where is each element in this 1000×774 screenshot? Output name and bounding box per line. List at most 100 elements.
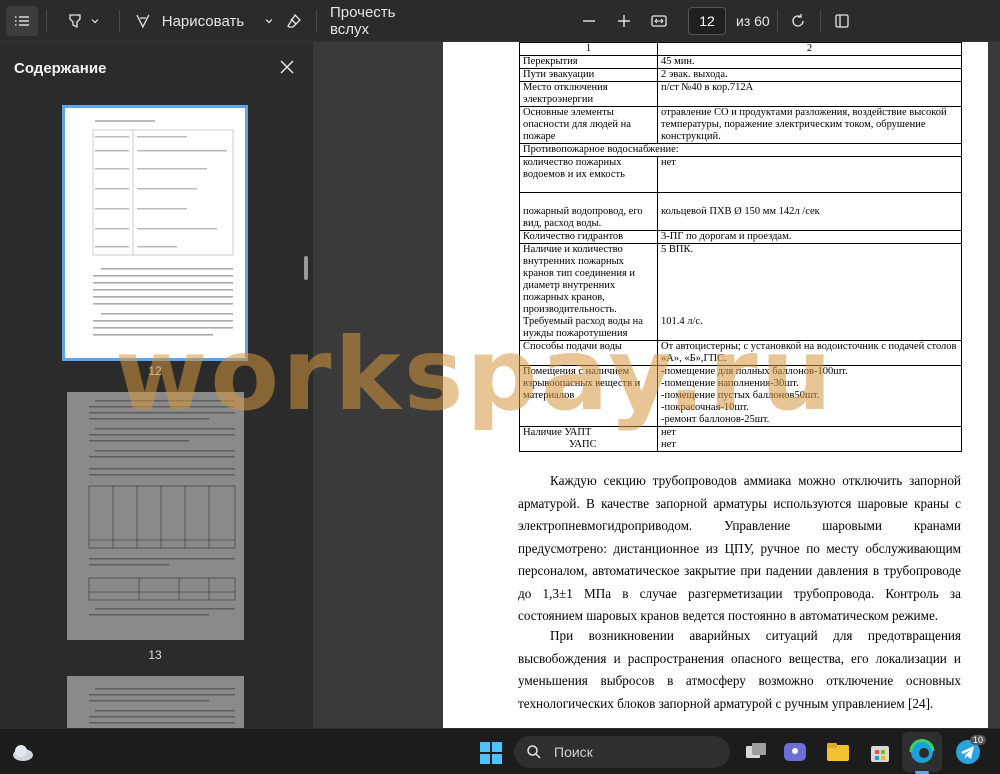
table-row: Помещения с наличием взрывоопасных вещес… xyxy=(519,365,962,427)
table-cell: 3-ПГ по дорогам и проездам. xyxy=(657,230,962,244)
table-row: Основные элементы опасности для людей на… xyxy=(519,106,962,144)
table-cell: Способы подачи воды xyxy=(519,340,658,366)
contents-toggle-button[interactable] xyxy=(6,6,38,36)
table-cell: количество пожарных водоемов и их емкост… xyxy=(519,156,658,193)
cell-text: Требуемый расход воды на нужды пожаротуш… xyxy=(523,316,643,339)
zoom-out-button[interactable] xyxy=(574,6,604,36)
weather-icon[interactable] xyxy=(10,739,36,765)
cell-line: -ремонт баллонов-25шт. xyxy=(661,414,770,425)
document-page: 1 2 Перекрытия 45 мин. Пути эвакуации 2 эв… xyxy=(443,42,988,728)
cell-text: Наличие и количество внутренних пожарных… xyxy=(523,244,636,315)
store-icon[interactable] xyxy=(866,738,894,766)
table-row: Количество гидрантов 3-ПГ по дорогам и пр… xyxy=(519,230,962,244)
cell-line: нет xyxy=(661,439,676,450)
table-header-cell: 1 xyxy=(519,42,658,56)
body-paragraph: Каждую секцию трубопроводов аммиака можн… xyxy=(518,473,961,623)
table-cell: отравление СО и продуктами разложения, в… xyxy=(657,106,962,144)
cell-line: -помещение пустых баллонов50шт. xyxy=(661,390,820,401)
read-aloud-button[interactable]: Прочесть вслух xyxy=(330,4,434,38)
table-cell: нет нет xyxy=(657,426,962,452)
page-thumbnail-preview xyxy=(88,400,236,616)
page-thumbnail-14[interactable] xyxy=(67,676,244,728)
highlighter-icon xyxy=(69,14,81,29)
plus-icon xyxy=(618,15,630,27)
page-thumbnail-12[interactable] xyxy=(62,105,248,361)
cell-line: -помещение наполнения-30шт. xyxy=(661,378,799,389)
list-icon xyxy=(15,16,29,26)
edge-icon[interactable] xyxy=(908,738,936,766)
page-number-input[interactable]: 12 xyxy=(688,7,726,35)
close-icon[interactable] xyxy=(276,56,298,78)
contents-scrollbar[interactable] xyxy=(304,256,308,280)
highlight-button[interactable] xyxy=(60,6,106,36)
fit-width-icon xyxy=(651,15,667,27)
draw-button[interactable]: Нарисовать xyxy=(134,6,274,36)
table-row: Противопожарное водоснабжение: xyxy=(519,143,962,157)
table-cell: -помещение для полных баллонов-100шт. -п… xyxy=(657,365,962,427)
rotate-icon xyxy=(792,14,804,27)
table-cell: нет xyxy=(657,156,962,193)
chat-app-icon[interactable] xyxy=(781,738,809,766)
minus-icon xyxy=(583,20,595,22)
chevron-down-icon xyxy=(91,19,99,24)
table-cell: пожарный водопровод, его вид, расход вод… xyxy=(519,192,658,231)
table-header-cell: 2 xyxy=(657,42,962,56)
table-cell: Перекрытия xyxy=(519,55,658,69)
page-thumbnail-13[interactable] xyxy=(67,392,244,640)
table-cell: 5 ВПК. 101.4 л/с. xyxy=(657,243,962,341)
cell-text: 101.4 л/с. xyxy=(661,316,703,327)
page-thumbnail-preview xyxy=(89,688,235,724)
body-paragraph: При возникновении аварийных ситуаций для… xyxy=(518,628,961,711)
cell-text: 5 ВПК. xyxy=(661,244,694,255)
table-cell: Наличие УАПТ УАПС xyxy=(519,426,658,452)
zoom-in-button[interactable] xyxy=(609,6,639,36)
cell-line: -покрасочная-10шт. xyxy=(661,402,749,413)
taskbar: Поиск 10 xyxy=(0,728,1000,774)
table-cell: Противопожарное водоснабжение: xyxy=(519,143,962,157)
rotate-button[interactable] xyxy=(784,6,812,36)
table-row: Наличие и количество внутренних пожарных… xyxy=(519,243,962,341)
page-thumbnail-preview xyxy=(92,120,234,336)
fire-safety-table: 1 2 Перекрытия 45 мин. Пути эвакуации 2 эв… xyxy=(519,42,962,452)
page-total: из 60 xyxy=(736,13,770,29)
cell-line: -помещение для полных баллонов-100шт. xyxy=(661,366,848,377)
table-cell: Наличие и количество внутренних пожарных… xyxy=(519,243,658,341)
table-cell: 45 мин. xyxy=(657,55,962,69)
table-row: Наличие УАПТ УАПС нет нет xyxy=(519,426,962,452)
taskbar-search[interactable]: Поиск xyxy=(514,736,730,768)
cell-line: Наличие УАПТ xyxy=(523,427,592,438)
toolbar: Нарисовать Прочесть вслух 12 из 60 xyxy=(0,0,1000,42)
page-view-button[interactable] xyxy=(828,6,856,36)
document-viewer[interactable]: 1 2 Перекрытия 45 мин. Пути эвакуации 2 эв… xyxy=(313,42,1000,728)
eraser-button[interactable] xyxy=(280,6,308,36)
task-view-icon[interactable] xyxy=(742,738,770,766)
table-row: Место отключения электроэнергии п/ст №40 … xyxy=(519,81,962,107)
table-cell: От автоцистерны; с установкой на водоист… xyxy=(657,340,962,366)
search-label: Поиск xyxy=(554,744,593,760)
table-cell: Количество гидрантов xyxy=(519,230,658,244)
table-row: Перекрытия 45 мин. xyxy=(519,55,962,69)
page-view-icon xyxy=(835,14,849,28)
read-aloud-label: Прочесть вслух xyxy=(330,4,396,38)
contents-title: Содержание xyxy=(14,60,107,77)
table-cell: Помещения с наличием взрывоопасных вещес… xyxy=(519,365,658,427)
file-explorer-icon[interactable] xyxy=(824,738,852,766)
table-row: пожарный водопровод, его вид, расход вод… xyxy=(519,192,962,231)
table-row: количество пожарных водоемов и их емкост… xyxy=(519,156,962,193)
table-row: Пути эвакуации 2 эвак. выхода. xyxy=(519,68,962,82)
cell-line: УАПС xyxy=(569,439,597,450)
search-icon xyxy=(527,745,541,759)
thumbnail-label: 12 xyxy=(148,364,162,378)
cell-line: нет xyxy=(661,427,676,438)
table-cell: п/ст №40 в кор.712А xyxy=(657,81,962,107)
table-cell: 2 эвак. выхода. xyxy=(657,68,962,82)
table-row: Способы подачи воды От автоцистерны; с ус… xyxy=(519,340,962,366)
chevron-down-icon xyxy=(265,19,273,24)
windows-start-icon[interactable] xyxy=(479,741,503,765)
table-cell: Пути эвакуации xyxy=(519,68,658,82)
table-cell: Место отключения электроэнергии xyxy=(519,81,658,107)
table-cell: Основные элементы опасности для людей на… xyxy=(519,106,658,144)
eraser-icon xyxy=(287,13,301,28)
table-cell: кольцевой ПХВ Ø 150 мм 142л /сек xyxy=(657,192,962,231)
fit-page-button[interactable] xyxy=(644,6,674,36)
